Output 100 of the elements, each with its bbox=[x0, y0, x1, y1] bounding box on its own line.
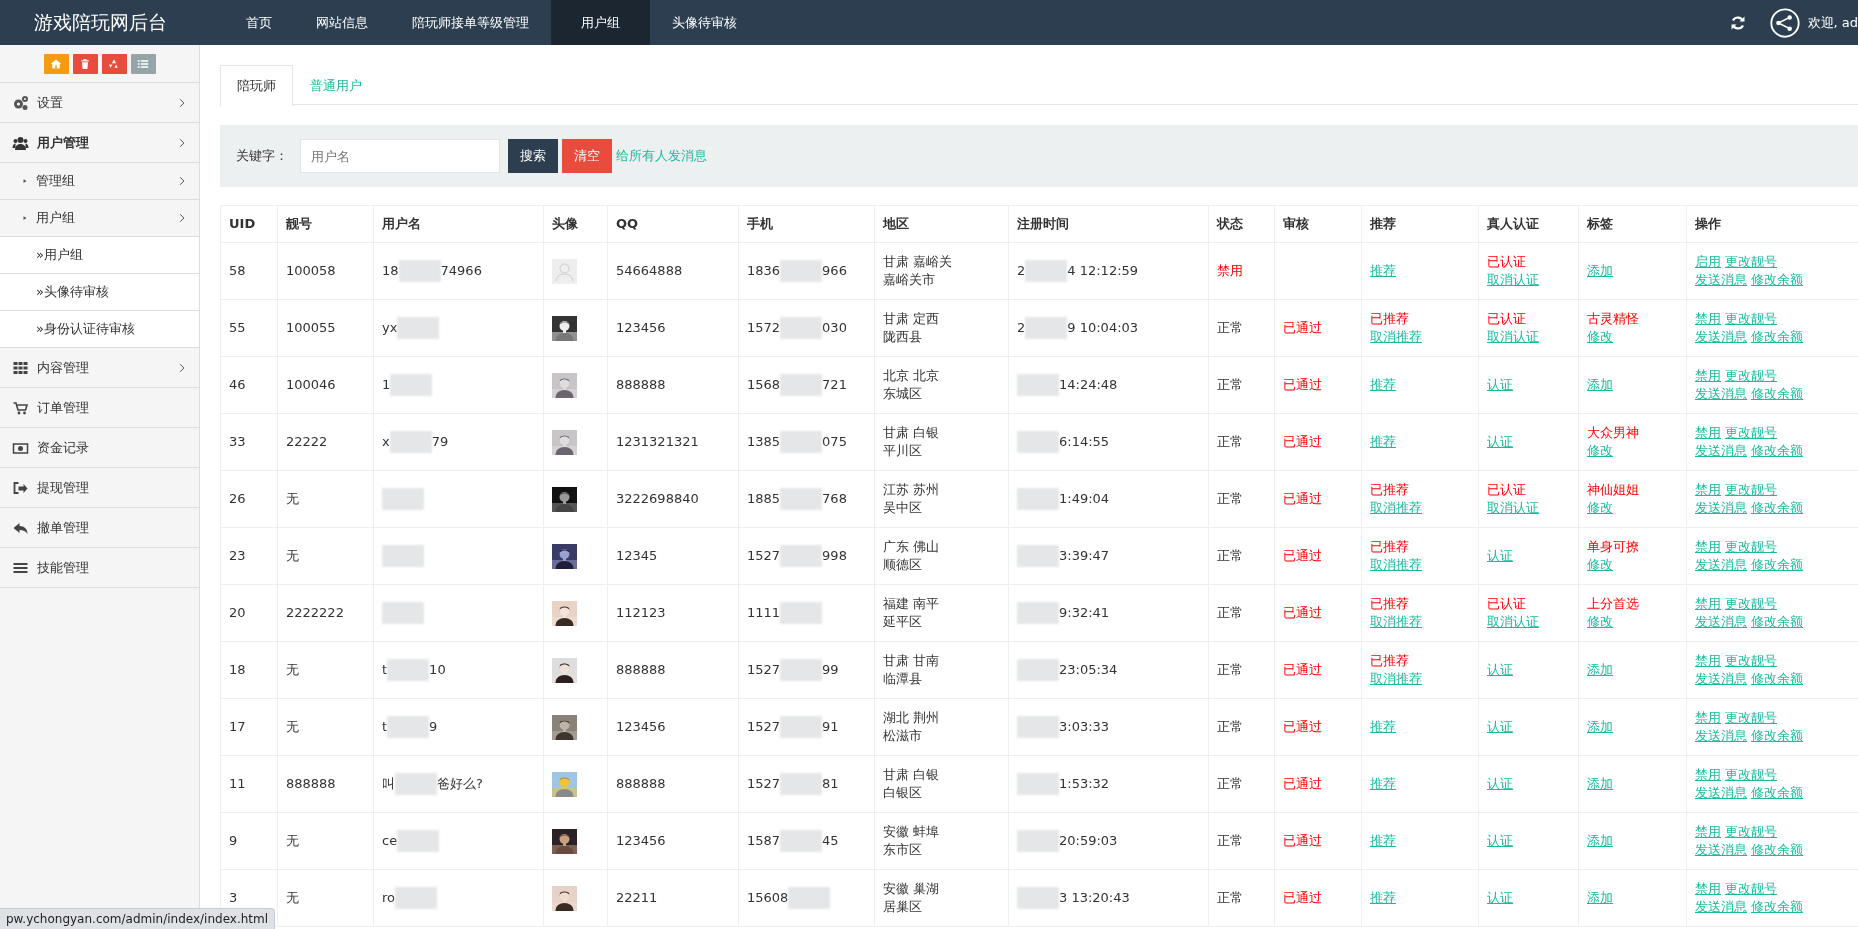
verify-link[interactable]: 认证 bbox=[1487, 776, 1513, 791]
action-link[interactable]: 发送消息 bbox=[1695, 271, 1747, 289]
refresh-icon[interactable] bbox=[1729, 14, 1746, 31]
tag-link[interactable]: 添加 bbox=[1587, 377, 1613, 392]
recommend-link[interactable]: 取消推荐 bbox=[1370, 329, 1422, 344]
trash-button[interactable] bbox=[72, 53, 98, 74]
action-link[interactable]: 发送消息 bbox=[1695, 385, 1747, 403]
recommend-link[interactable]: 推荐 bbox=[1370, 263, 1396, 278]
action-link[interactable]: 禁用 bbox=[1695, 823, 1721, 841]
action-link[interactable]: 发送消息 bbox=[1695, 613, 1747, 631]
tag-link[interactable]: 添加 bbox=[1587, 263, 1613, 278]
action-link[interactable]: 更改靓号 bbox=[1725, 310, 1777, 328]
action-link[interactable]: 更改靓号 bbox=[1725, 367, 1777, 385]
recommend-link[interactable]: 取消推荐 bbox=[1370, 671, 1422, 686]
action-link[interactable]: 禁用 bbox=[1695, 766, 1721, 784]
verify-link[interactable]: 认证 bbox=[1487, 662, 1513, 677]
action-link[interactable]: 更改靓号 bbox=[1725, 595, 1777, 613]
tab[interactable]: 陪玩师 bbox=[220, 65, 293, 106]
action-link[interactable]: 修改余额 bbox=[1751, 442, 1803, 460]
sidebar-item[interactable]: »头像待审核 bbox=[0, 274, 199, 311]
action-link[interactable]: 更改靓号 bbox=[1725, 424, 1777, 442]
verify-link[interactable]: 认证 bbox=[1487, 548, 1513, 563]
tag-link[interactable]: 修改 bbox=[1587, 329, 1613, 344]
action-link[interactable]: 启用 bbox=[1695, 253, 1721, 271]
action-link[interactable]: 发送消息 bbox=[1695, 898, 1747, 916]
action-link[interactable]: 禁用 bbox=[1695, 595, 1721, 613]
nav-link[interactable]: 头像待审核 bbox=[650, 0, 759, 45]
action-link[interactable]: 修改余额 bbox=[1751, 613, 1803, 631]
nav-link[interactable]: 陪玩师接单等级管理 bbox=[390, 0, 551, 45]
tag-link[interactable]: 添加 bbox=[1587, 890, 1613, 905]
action-link[interactable]: 更改靓号 bbox=[1725, 253, 1777, 271]
action-link[interactable]: 修改余额 bbox=[1751, 499, 1803, 517]
recommend-link[interactable]: 推荐 bbox=[1370, 377, 1396, 392]
broadcast-message-link[interactable]: 给所有人发消息 bbox=[616, 146, 707, 166]
tag-link[interactable]: 修改 bbox=[1587, 443, 1613, 458]
search-action-button[interactable]: 清空 bbox=[562, 139, 612, 173]
tag-link[interactable]: 添加 bbox=[1587, 719, 1613, 734]
list-button[interactable] bbox=[130, 53, 156, 74]
tag-link[interactable]: 修改 bbox=[1587, 614, 1613, 629]
sidebar-item[interactable]: »用户组 bbox=[0, 237, 199, 274]
action-link[interactable]: 修改余额 bbox=[1751, 556, 1803, 574]
action-link[interactable]: 更改靓号 bbox=[1725, 481, 1777, 499]
tag-link[interactable]: 修改 bbox=[1587, 557, 1613, 572]
verify-link[interactable]: 认证 bbox=[1487, 719, 1513, 734]
action-link[interactable]: 禁用 bbox=[1695, 310, 1721, 328]
action-link[interactable]: 更改靓号 bbox=[1725, 880, 1777, 898]
action-link[interactable]: 禁用 bbox=[1695, 367, 1721, 385]
verify-link[interactable]: 取消认证 bbox=[1487, 329, 1539, 344]
home-button[interactable] bbox=[43, 53, 69, 74]
action-link[interactable]: 修改余额 bbox=[1751, 841, 1803, 859]
action-link[interactable]: 禁用 bbox=[1695, 709, 1721, 727]
action-link[interactable]: 修改余额 bbox=[1751, 727, 1803, 745]
action-link[interactable]: 发送消息 bbox=[1695, 670, 1747, 688]
tag-link[interactable]: 添加 bbox=[1587, 833, 1613, 848]
recommend-link[interactable]: 取消推荐 bbox=[1370, 500, 1422, 515]
search-action-button[interactable]: 搜索 bbox=[508, 139, 558, 173]
recommend-link[interactable]: 推荐 bbox=[1370, 776, 1396, 791]
nav-link[interactable]: 首页 bbox=[224, 0, 294, 45]
action-link[interactable]: 发送消息 bbox=[1695, 442, 1747, 460]
action-link[interactable]: 禁用 bbox=[1695, 481, 1721, 499]
recommend-link[interactable]: 取消推荐 bbox=[1370, 557, 1422, 572]
action-link[interactable]: 禁用 bbox=[1695, 424, 1721, 442]
action-link[interactable]: 发送消息 bbox=[1695, 328, 1747, 346]
nav-link[interactable]: 用户组 bbox=[551, 0, 650, 45]
action-link[interactable]: 发送消息 bbox=[1695, 556, 1747, 574]
verify-link[interactable]: 取消认证 bbox=[1487, 614, 1539, 629]
action-link[interactable]: 更改靓号 bbox=[1725, 652, 1777, 670]
action-link[interactable]: 修改余额 bbox=[1751, 898, 1803, 916]
action-link[interactable]: 更改靓号 bbox=[1725, 823, 1777, 841]
recommend-link[interactable]: 推荐 bbox=[1370, 434, 1396, 449]
search-field[interactable]: 用户名 bbox=[300, 139, 500, 173]
action-link[interactable]: 禁用 bbox=[1695, 652, 1721, 670]
action-link[interactable]: 发送消息 bbox=[1695, 499, 1747, 517]
recommend-link[interactable]: 取消推荐 bbox=[1370, 614, 1422, 629]
verify-link[interactable]: 认证 bbox=[1487, 434, 1513, 449]
action-link[interactable]: 更改靓号 bbox=[1725, 766, 1777, 784]
action-link[interactable]: 修改余额 bbox=[1751, 385, 1803, 403]
action-link[interactable]: 禁用 bbox=[1695, 880, 1721, 898]
action-link[interactable]: 更改靓号 bbox=[1725, 709, 1777, 727]
action-link[interactable]: 修改余额 bbox=[1751, 784, 1803, 802]
verify-link[interactable]: 取消认证 bbox=[1487, 500, 1539, 515]
action-link[interactable]: 修改余额 bbox=[1751, 328, 1803, 346]
recommend-link[interactable]: 推荐 bbox=[1370, 890, 1396, 905]
tab[interactable]: 普通用户 bbox=[293, 65, 379, 104]
verify-link[interactable]: 认证 bbox=[1487, 377, 1513, 392]
nav-link[interactable]: 网站信息 bbox=[294, 0, 390, 45]
action-link[interactable]: 禁用 bbox=[1695, 538, 1721, 556]
action-link[interactable]: 更改靓号 bbox=[1725, 538, 1777, 556]
action-link[interactable]: 发送消息 bbox=[1695, 841, 1747, 859]
verify-link[interactable]: 认证 bbox=[1487, 833, 1513, 848]
share-avatar-icon[interactable] bbox=[1769, 7, 1800, 38]
tag-link[interactable]: 添加 bbox=[1587, 776, 1613, 791]
action-link[interactable]: 修改余额 bbox=[1751, 670, 1803, 688]
tag-link[interactable]: 添加 bbox=[1587, 662, 1613, 677]
sidebar-item[interactable]: »身份认证待审核 bbox=[0, 311, 199, 348]
verify-link[interactable]: 认证 bbox=[1487, 890, 1513, 905]
action-link[interactable]: 修改余额 bbox=[1751, 271, 1803, 289]
verify-link[interactable]: 取消认证 bbox=[1487, 272, 1539, 287]
tag-link[interactable]: 修改 bbox=[1587, 500, 1613, 515]
recommend-link[interactable]: 推荐 bbox=[1370, 833, 1396, 848]
